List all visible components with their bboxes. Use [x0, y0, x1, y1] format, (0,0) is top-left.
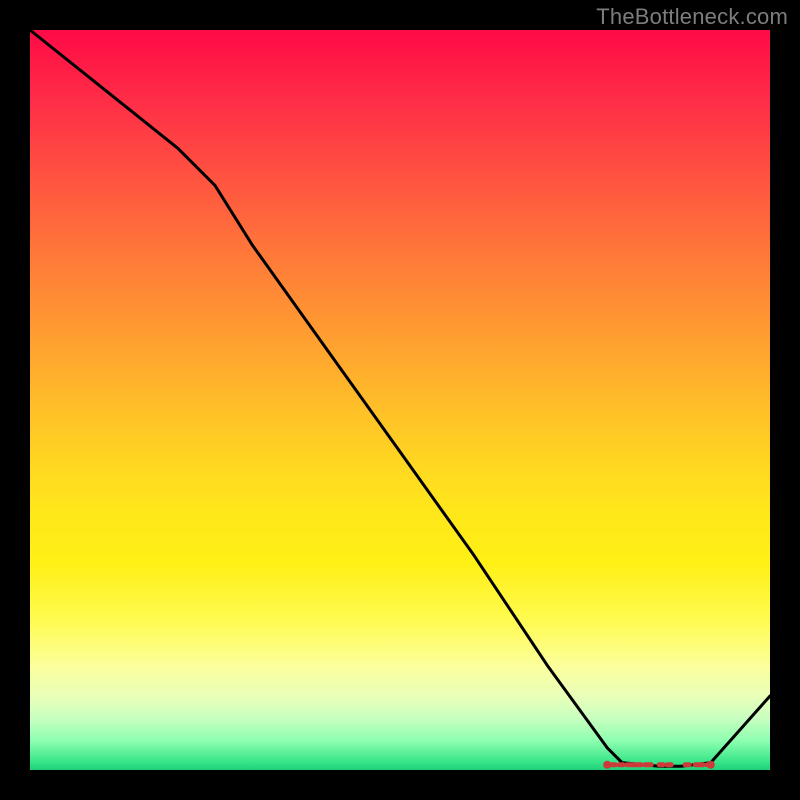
plot-area [30, 30, 770, 770]
watermark-text: TheBottleneck.com [596, 4, 788, 30]
data-curve [30, 30, 770, 766]
chart-frame: TheBottleneck.com [0, 0, 800, 800]
chart-svg [30, 30, 770, 770]
